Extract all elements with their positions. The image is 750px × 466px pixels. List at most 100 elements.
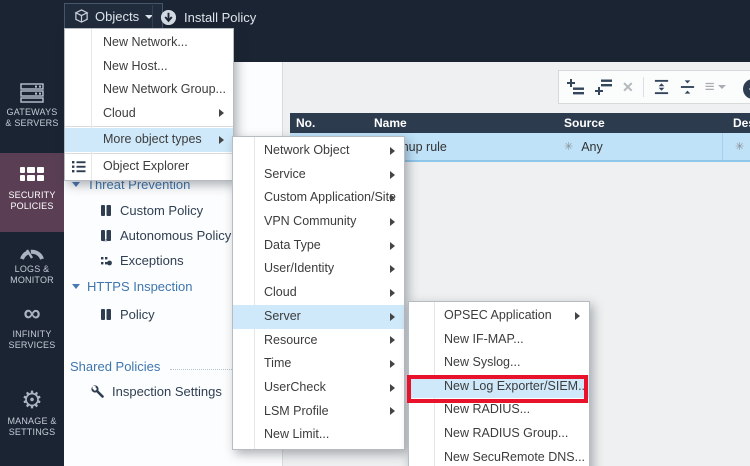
menu-separator [65,126,233,127]
toolbar-divider [643,77,644,97]
sidebar-item-manage-settings[interactable]: ⚙ MANAGE & SETTINGS [0,390,64,438]
tree-item-https-policy[interactable]: Policy [100,307,155,322]
expand-rows-button[interactable] [653,79,670,95]
submenu-arrow-icon [575,312,580,320]
submenu-arrow-icon [390,407,395,415]
objects-menu-button[interactable]: Objects [64,3,163,30]
menu-item-new-securemote-dns[interactable]: New SecuRemote DNS... [409,446,589,466]
menu-item-usercheck[interactable]: UserCheck [233,376,404,400]
submenu-arrow-icon [390,384,395,392]
submenu-arrow-icon [390,171,395,179]
add-rule-above-button[interactable] [566,79,585,95]
menu-item-cloud[interactable]: Cloud [65,102,233,126]
submenu-arrow-icon [390,242,395,250]
column-header-destination: Destination [722,116,750,130]
navigate-back-button[interactable] [742,78,750,105]
menu-item-opsec-application[interactable]: OPSEC Application [409,304,589,328]
tree-item-custom-policy[interactable]: Custom Policy [100,203,203,218]
menu-item-new-network-group[interactable]: New Network Group... [65,78,233,102]
column-header-name: Name [368,116,556,130]
sidebar-item-label: SECURITY POLICIES [0,190,64,212]
submenu-arrow-icon [390,194,395,202]
tree-item-label: Custom Policy [120,203,203,218]
menu-item-resource[interactable]: Resource [233,329,404,353]
sidebar-item-label: INFINITY SERVICES [0,329,64,351]
objects-dropdown-menu: New Network... New Host... New Network G… [64,28,234,181]
sidebar-item-logs-monitor[interactable]: LOGS & MONITOR [0,244,64,286]
tree-section-label: HTTPS Inspection [87,279,193,294]
menu-item-new-limit[interactable]: New Limit... [233,423,404,447]
shared-policies-label: Shared Policies [70,359,160,374]
sidebar-item-security-policies[interactable]: SECURITY POLICIES [0,153,64,232]
menu-item-user-identity[interactable]: User/Identity [233,257,404,281]
toolbar-divider [152,5,153,30]
objects-button-label: Objects [95,9,139,24]
collapse-triangle-icon [72,182,80,187]
menu-item-lsm-profile[interactable]: LSM Profile [233,400,404,424]
expand-rows-icon [653,79,670,95]
back-circle-icon [742,78,750,100]
tree-item-autonomous-policy[interactable]: ∞ Autonomous Policy [100,228,231,243]
menu-item-network-object[interactable]: Network Object [233,139,404,163]
menu-item-new-radius[interactable]: New RADIUS... [409,398,589,422]
menu-item-new-radius-group[interactable]: New RADIUS Group... [409,422,589,446]
any-object-icon: ✳ [564,140,573,153]
submenu-arrow-icon [390,313,395,321]
tree-item-exceptions[interactable]: Exceptions [100,253,184,268]
sidebar-item-infinity-services[interactable]: ∞ INFINITY SERVICES [0,303,64,351]
chevron-down-icon [718,85,726,89]
menu-item-cloud-2[interactable]: Cloud [233,281,404,305]
object-explorer-list-icon [72,160,86,173]
sidebar-item-label: GATEWAYS & SERVERS [0,107,64,129]
submenu-arrow-icon [390,147,395,155]
tree-item-label: Exceptions [120,253,184,268]
install-policy-label: Install Policy [184,10,256,25]
menu-item-data-type[interactable]: Data Type [233,234,404,258]
install-policy-button[interactable]: Install Policy [160,5,256,29]
rule-destination-cell: ✳ [722,133,750,160]
delete-rule-button[interactable]: ✕ [622,79,634,96]
menu-item-new-host[interactable]: New Host... [65,55,233,79]
submenu-arrow-icon [390,265,395,273]
menu-item-more-object-types[interactable]: More object types [65,128,233,152]
collapse-triangle-icon [72,284,80,289]
menu-separator [65,153,233,154]
menu-item-server[interactable]: Server [233,305,404,329]
menu-item-new-syslog[interactable]: New Syslog... [409,351,589,375]
row-options-menu-button[interactable]: ≡ [705,79,726,95]
rule-source-cell: ✳ Any [556,133,722,160]
menu-item-custom-application-site[interactable]: Custom Application/Site [233,186,404,210]
install-policy-icon [160,9,177,26]
policy-book-infinity-icon: ∞ [100,229,112,242]
add-rule-above-icon [566,79,585,95]
menu-item-service[interactable]: Service [233,163,404,187]
navigation-sidebar: GATEWAYS & SERVERS SECURITY POLICIES LOG… [0,0,64,466]
add-rule-below-icon [594,79,613,95]
tree-item-inspection-settings[interactable]: Inspection Settings ↗ [91,384,245,399]
more-object-types-submenu: Network Object Service Custom Applicatio… [232,136,405,450]
collapse-rows-icon [679,79,696,95]
menu-item-object-explorer[interactable]: Object Explorer [65,155,233,179]
add-rule-below-button[interactable] [594,79,613,95]
sidebar-item-gateways-servers[interactable]: GATEWAYS & SERVERS [0,83,64,129]
menu-item-new-log-exporter-siem[interactable]: New Log Exporter/SIEM... [409,375,589,399]
submenu-arrow-icon [219,109,224,117]
menu-item-new-if-map[interactable]: New IF-MAP... [409,328,589,352]
server-submenu: OPSEC Application New IF-MAP... New Sysl… [408,301,590,466]
column-header-no: No. [290,116,368,130]
submenu-arrow-icon [390,360,395,368]
menu-item-time[interactable]: Time [233,352,404,376]
submenu-arrow-icon [219,136,224,144]
tree-section-https-inspection[interactable]: HTTPS Inspection [72,279,193,294]
svg-text:∞: ∞ [103,238,107,242]
collapse-rows-button[interactable] [679,79,696,95]
submenu-arrow-icon [390,218,395,226]
menu-item-new-network[interactable]: New Network... [65,31,233,55]
any-object-icon: ✳ [735,140,744,153]
infinity-icon: ∞ [0,303,64,325]
wrench-icon [91,385,104,398]
rulebase-toolbar: ✕ ≡ [558,70,750,104]
tree-item-label: Policy [120,307,155,322]
source-value: Any [581,140,603,154]
menu-item-vpn-community[interactable]: VPN Community [233,210,404,234]
